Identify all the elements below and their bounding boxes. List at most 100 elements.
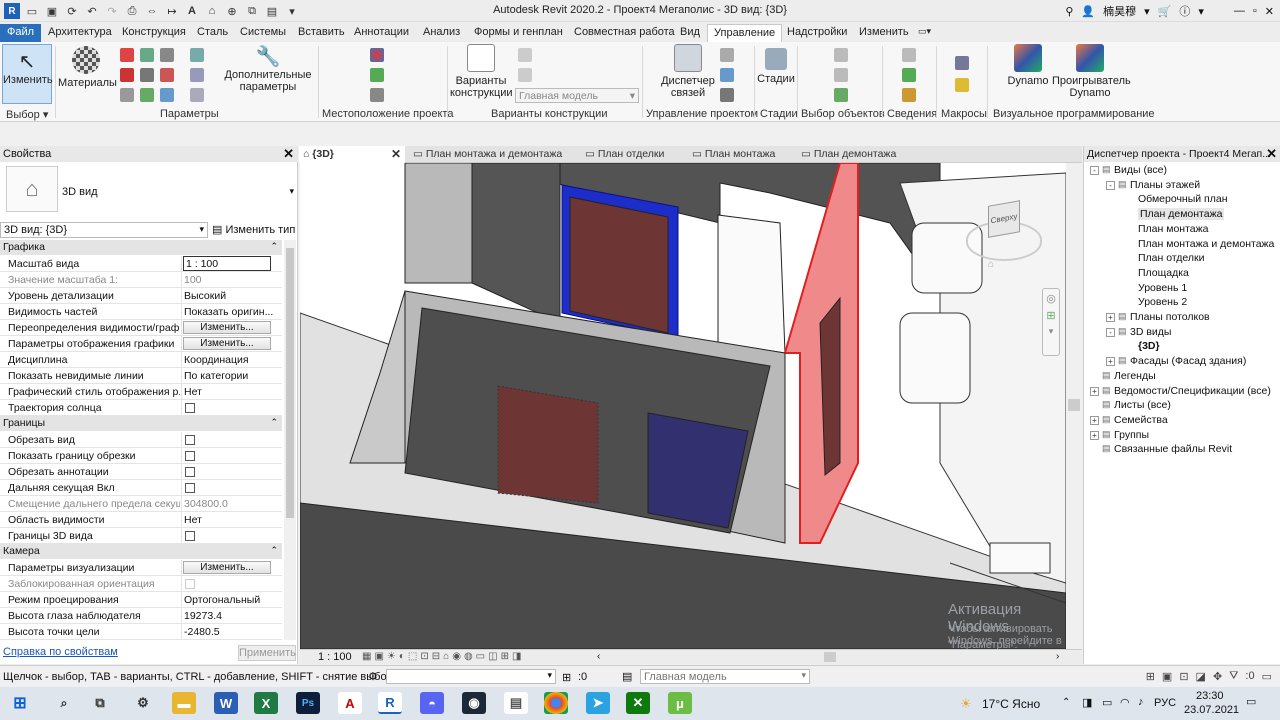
row-discipline[interactable]: Дисциплина Координация <box>0 352 282 368</box>
annotation-crop-checkbox[interactable] <box>185 467 195 477</box>
manage-links-button[interactable]: Диспетчер связей <box>656 44 720 99</box>
additional-settings-button[interactable]: 🔧 Дополнительные параметры <box>224 44 312 93</box>
ribbon-options-icon[interactable]: ▭▾ <box>918 24 931 42</box>
tree-expander-icon[interactable]: - <box>1106 327 1115 337</box>
row-view-scale[interactable]: Масштаб вида 1 : 100 <box>0 256 282 272</box>
analytical-model-icon[interactable]: ◫ <box>488 651 497 662</box>
search-icon[interactable]: ⌕ <box>52 692 76 714</box>
workset-select[interactable]: ▾ <box>386 669 556 684</box>
highlight-displacement-icon[interactable]: ⊞ <box>501 651 509 662</box>
row-projection-mode[interactable]: Режим проецирования Ортогональный <box>0 592 282 608</box>
row-eye-elevation[interactable]: Высота глаза наблюдателя 19273.4 <box>0 608 282 624</box>
maximize-button[interactable]: ▫ <box>1253 5 1257 17</box>
close-tab-icon[interactable]: ✕ <box>391 147 401 161</box>
cart-icon[interactable]: 🛒 <box>1158 5 1172 18</box>
selection-save-icon[interactable] <box>834 68 848 82</box>
reveal-constraints-icon[interactable]: ◨ <box>512 651 521 662</box>
tree-item[interactable]: План монтажа <box>1138 223 1208 235</box>
photoshop-icon[interactable]: Ps <box>296 692 320 714</box>
tree-item[interactable]: Уровень 1 <box>1138 282 1187 294</box>
volume-icon[interactable]: ♪ <box>1138 696 1144 708</box>
group-graphics[interactable]: Графика ⌃ <box>0 240 282 255</box>
ids-of-selection-icon[interactable] <box>902 68 916 82</box>
crop-view-checkbox[interactable] <box>185 435 195 445</box>
manage-images-icon[interactable] <box>720 88 734 102</box>
tree-item[interactable]: Планы потолков <box>1130 311 1210 323</box>
tree-item[interactable]: План отделки <box>1138 252 1205 264</box>
navbar-chevron-icon[interactable]: ▾ <box>1043 326 1059 337</box>
viewcube-top-face[interactable]: Сверху <box>988 200 1020 238</box>
select-by-id-icon[interactable] <box>902 48 916 62</box>
minimize-button[interactable]: — <box>1234 5 1245 17</box>
tab-modify[interactable]: Изменить <box>859 24 909 42</box>
autocad-icon[interactable]: A <box>338 692 362 714</box>
language-indicator[interactable]: РУС <box>1154 697 1176 709</box>
viewport-vertical-thumb[interactable] <box>1068 399 1080 411</box>
scroll-left-icon[interactable]: ‹ <box>597 651 600 662</box>
render-icon[interactable]: ⬚ <box>408 651 417 662</box>
visual-style-icon[interactable]: ▣ <box>374 651 383 662</box>
settings-gear-icon[interactable]: ⚙ <box>131 692 155 714</box>
design-options-button[interactable]: Варианты конструкции <box>450 44 513 99</box>
object-styles-icon[interactable] <box>120 48 134 62</box>
filter-icon[interactable]: ⛛ <box>1229 670 1238 683</box>
decal-types-icon[interactable] <box>720 68 734 82</box>
viewport-vertical-scrollbar[interactable] <box>1066 163 1082 649</box>
tab-file[interactable]: Файл <box>0 24 42 42</box>
tab-collaborate[interactable]: Совместная работа <box>574 24 675 42</box>
viewport-horizontal-thumb[interactable] <box>824 652 836 662</box>
clock-date[interactable]: 23.07.2021 <box>1184 704 1239 716</box>
tree-item[interactable]: Семейства <box>1114 414 1168 426</box>
tree-expander-icon[interactable]: + <box>1090 415 1099 425</box>
edit-type-button[interactable]: ▤ Изменить тип <box>212 223 295 236</box>
tree-item[interactable]: Ведомости/Спецификации (все) <box>1114 385 1271 397</box>
selection-edit-icon[interactable] <box>834 88 848 102</box>
telegram-icon[interactable]: ➤ <box>586 692 610 714</box>
word-icon[interactable]: W <box>214 692 238 714</box>
status-dropdown-icon[interactable]: ▭ <box>1262 670 1272 683</box>
tree-item[interactable]: Листы (все) <box>1114 399 1171 411</box>
tree-expander-icon[interactable]: - <box>1106 180 1115 190</box>
row-detail-level[interactable]: Уровень детализации Высокий <box>0 288 282 304</box>
crop-region-checkbox[interactable] <box>185 451 195 461</box>
transfer-standards-icon[interactable] <box>120 88 134 102</box>
project-browser-close-icon[interactable]: ✕ <box>1266 146 1277 162</box>
user-menu-chevron-icon[interactable]: ▾ <box>1144 5 1150 18</box>
dynamo-player-button[interactable]: Проигрыватель Dynamo <box>1052 44 1131 99</box>
modify-button[interactable]: ↖ Изменить <box>2 44 53 104</box>
help-chevron-icon[interactable]: ▾ <box>1198 5 1204 18</box>
chrome-icon[interactable] <box>544 692 568 714</box>
model-canvas[interactable] <box>300 163 1066 649</box>
tab-addins[interactable]: Надстройки <box>787 24 847 42</box>
reveal-hidden-icon[interactable]: ◍ <box>464 651 473 662</box>
lock-view-icon[interactable]: ⌂ <box>443 651 449 662</box>
type-selector[interactable]: ⌂ 3D вид ▾ <box>4 164 296 216</box>
select-links-icon[interactable]: ⊞ <box>1146 670 1155 683</box>
viewcube[interactable]: Сверху ⌂ <box>962 193 1046 277</box>
snaps-icon[interactable] <box>140 48 154 62</box>
tab-insert[interactable]: Вставить <box>298 24 345 42</box>
tab-architecture[interactable]: Архитектура <box>48 24 112 42</box>
tab-plan-mount[interactable]: ▭ План монтажа <box>688 146 779 163</box>
purge-icon[interactable] <box>140 88 154 102</box>
tab-3d-view[interactable]: ⌂ {3D} ✕ <box>299 146 405 163</box>
phases-button[interactable]: Стадии <box>756 44 796 85</box>
tree-expander-icon[interactable]: + <box>1106 313 1115 322</box>
sun-path-checkbox[interactable] <box>185 403 195 413</box>
show-crop-icon[interactable]: ⊟ <box>432 651 440 662</box>
binoculars-icon[interactable]: ⚲ <box>1065 5 1073 18</box>
tab-systems[interactable]: Системы <box>240 24 286 42</box>
properties-scroll-thumb[interactable] <box>286 248 294 518</box>
design-options-status-icon[interactable]: ▤ <box>622 670 632 683</box>
graphic-display-edit-button[interactable]: Изменить... <box>183 337 271 350</box>
tray-chevron-icon[interactable]: ⌃ <box>1062 697 1070 708</box>
location-settings-icon[interactable] <box>190 88 204 102</box>
group-extents[interactable]: Границы ⌃ <box>0 416 282 431</box>
steam-icon[interactable]: ◉ <box>462 692 486 714</box>
weather-sun-icon[interactable]: ☀ <box>960 696 972 712</box>
tree-item[interactable]: Обмерочный план <box>1138 193 1228 205</box>
zoom-icon[interactable]: ⊞ <box>1043 309 1059 322</box>
sun-path-icon[interactable]: ☀ <box>387 651 396 662</box>
user-name[interactable]: 楠昊穆 <box>1103 3 1136 19</box>
project-params-icon[interactable] <box>120 68 134 82</box>
